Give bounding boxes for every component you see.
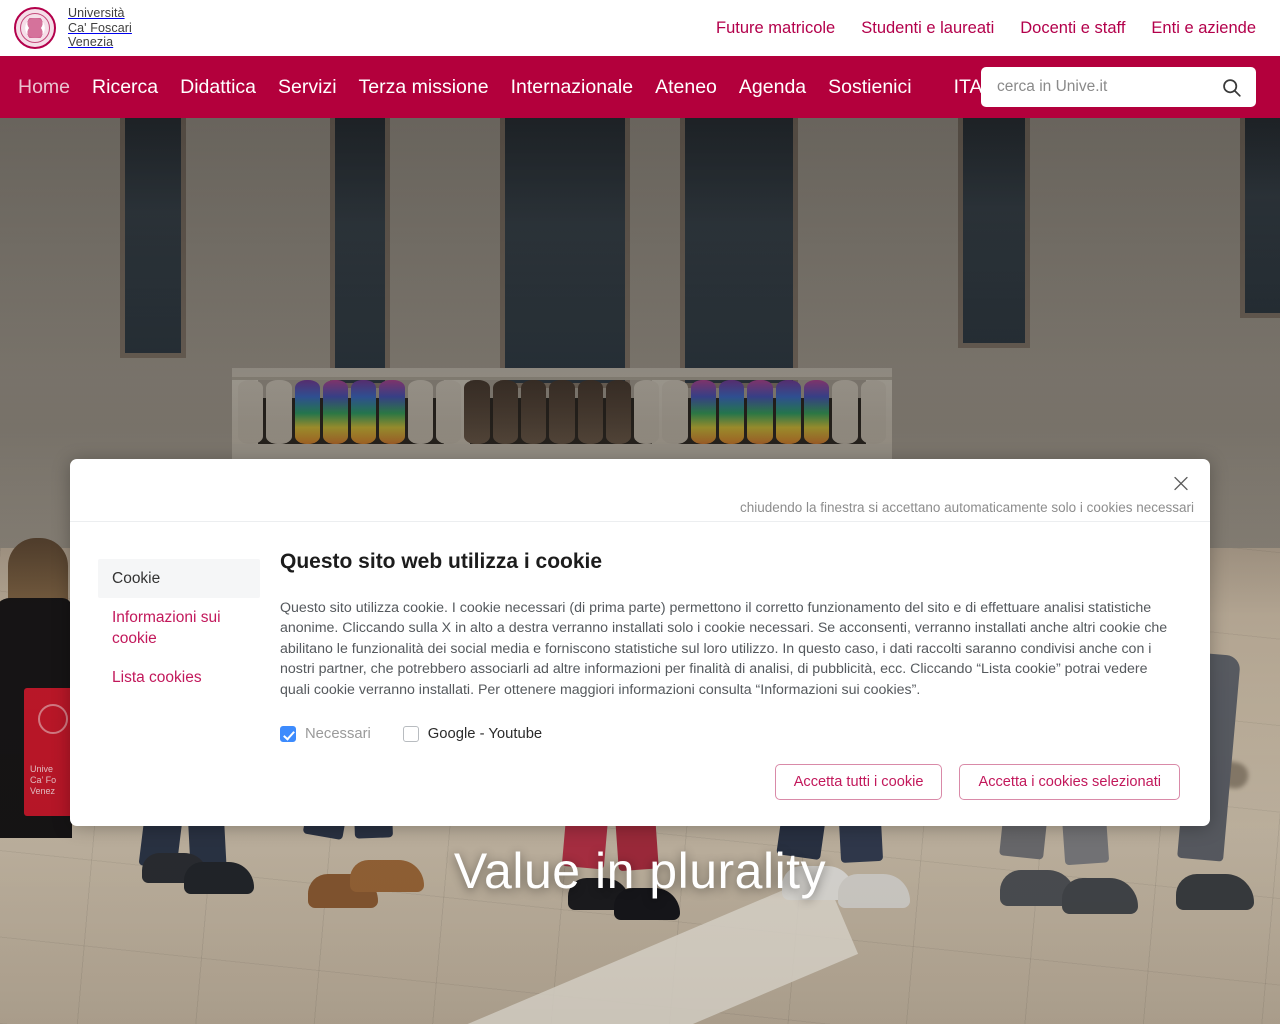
cafoscari-seal-icon xyxy=(14,7,56,49)
search-submit-button[interactable] xyxy=(1212,68,1250,106)
top-link-docenti-e-staff[interactable]: Docenti e staff xyxy=(1020,19,1125,38)
checkbox-google-youtube[interactable] xyxy=(402,726,419,743)
cookie-tab-cookie[interactable]: Cookie xyxy=(98,559,260,598)
top-link-enti-e-aziende[interactable]: Enti e aziende xyxy=(1151,19,1256,38)
hero-title: Value in plurality xyxy=(453,842,827,899)
nav-item-sostienici[interactable]: Sostienici xyxy=(828,76,911,99)
cookie-category-list: Necessari Google - Youtube xyxy=(280,726,1180,743)
cookie-choice-necessari[interactable]: Necessari xyxy=(280,726,371,743)
cookie-dialog-title: Questo sito web utilizza i cookie xyxy=(280,550,603,573)
language-selector-label: ITA xyxy=(953,75,983,98)
cookie-dialog-body: Cookie Informazioni sui cookie Lista coo… xyxy=(70,522,1210,826)
checkbox-necessari[interactable] xyxy=(280,726,296,743)
cookie-consent-dialog: chiudendo la finestra si accettano autom… xyxy=(70,459,1210,827)
top-link-future-matricole[interactable]: Future matricole xyxy=(716,19,835,38)
cookie-dialog-actions: Accetta tutti i cookie Accetta i cookies… xyxy=(280,764,1180,801)
site-search xyxy=(981,67,1256,107)
brand-line-1: Università xyxy=(68,6,125,21)
audience-links: Future matricole Studenti e laureati Doc… xyxy=(716,0,1256,56)
main-nav-list: Home Ricerca Didattica Servizi Terza mis… xyxy=(18,76,912,99)
cookie-choice-label: Necessari xyxy=(305,726,371,743)
cookie-dialog-content: Questo sito web utilizza i cookie Questo… xyxy=(280,544,1180,801)
cookie-close-note: chiudendo la finestra si accettano autom… xyxy=(739,500,1194,515)
brand-line-3: Venezia xyxy=(68,35,114,50)
nav-item-terza-missione[interactable]: Terza missione xyxy=(359,76,489,99)
accept-all-cookies-button[interactable]: Accetta tutti i cookie xyxy=(774,764,943,801)
nav-item-servizi[interactable]: Servizi xyxy=(278,76,337,99)
utility-header: Università Ca' Foscari Venezia Future ma… xyxy=(0,0,1280,56)
top-link-studenti-e-laureati[interactable]: Studenti e laureati xyxy=(861,19,994,38)
nav-item-internazionale[interactable]: Internazionale xyxy=(511,76,634,99)
nav-item-agenda[interactable]: Agenda xyxy=(739,76,806,99)
close-icon xyxy=(1174,476,1188,490)
cookie-dialog-header: chiudendo la finestra si accettano autom… xyxy=(70,459,1210,522)
cookie-choice-label: Google - Youtube xyxy=(427,726,543,743)
accept-selected-cookies-button[interactable]: Accetta i cookies selezionati xyxy=(959,764,1180,801)
site-logo[interactable]: Università Ca' Foscari Venezia xyxy=(14,6,132,50)
nav-item-home[interactable]: Home xyxy=(18,76,70,99)
brand-line-2: Ca' Foscari xyxy=(68,20,132,35)
brand-wordmark: Università Ca' Foscari Venezia xyxy=(68,6,132,50)
cookie-dialog-sidebar: Cookie Informazioni sui cookie Lista coo… xyxy=(98,544,260,800)
search-input[interactable] xyxy=(995,77,1212,97)
cookie-tab-lista-cookies[interactable]: Lista cookies xyxy=(98,658,260,697)
search-icon xyxy=(1222,78,1241,97)
hero-banner: Unive Ca’ Fo Venez Value in plurality Sc… xyxy=(0,118,1280,1024)
main-navigation: Home Ricerca Didattica Servizi Terza mis… xyxy=(0,56,1280,118)
cookie-tab-informazioni-sui-cookie[interactable]: Informazioni sui cookie xyxy=(98,598,260,658)
nav-item-didattica[interactable]: Didattica xyxy=(180,76,256,99)
nav-item-ricerca[interactable]: Ricerca xyxy=(92,76,158,99)
cookie-dialog-description: Questo sito utilizza cookie. I cookie ne… xyxy=(280,600,1168,698)
cookie-choice-google-youtube[interactable]: Google - Youtube xyxy=(402,726,543,743)
nav-item-ateneo[interactable]: Ateneo xyxy=(655,76,717,99)
close-button[interactable] xyxy=(1166,468,1196,498)
